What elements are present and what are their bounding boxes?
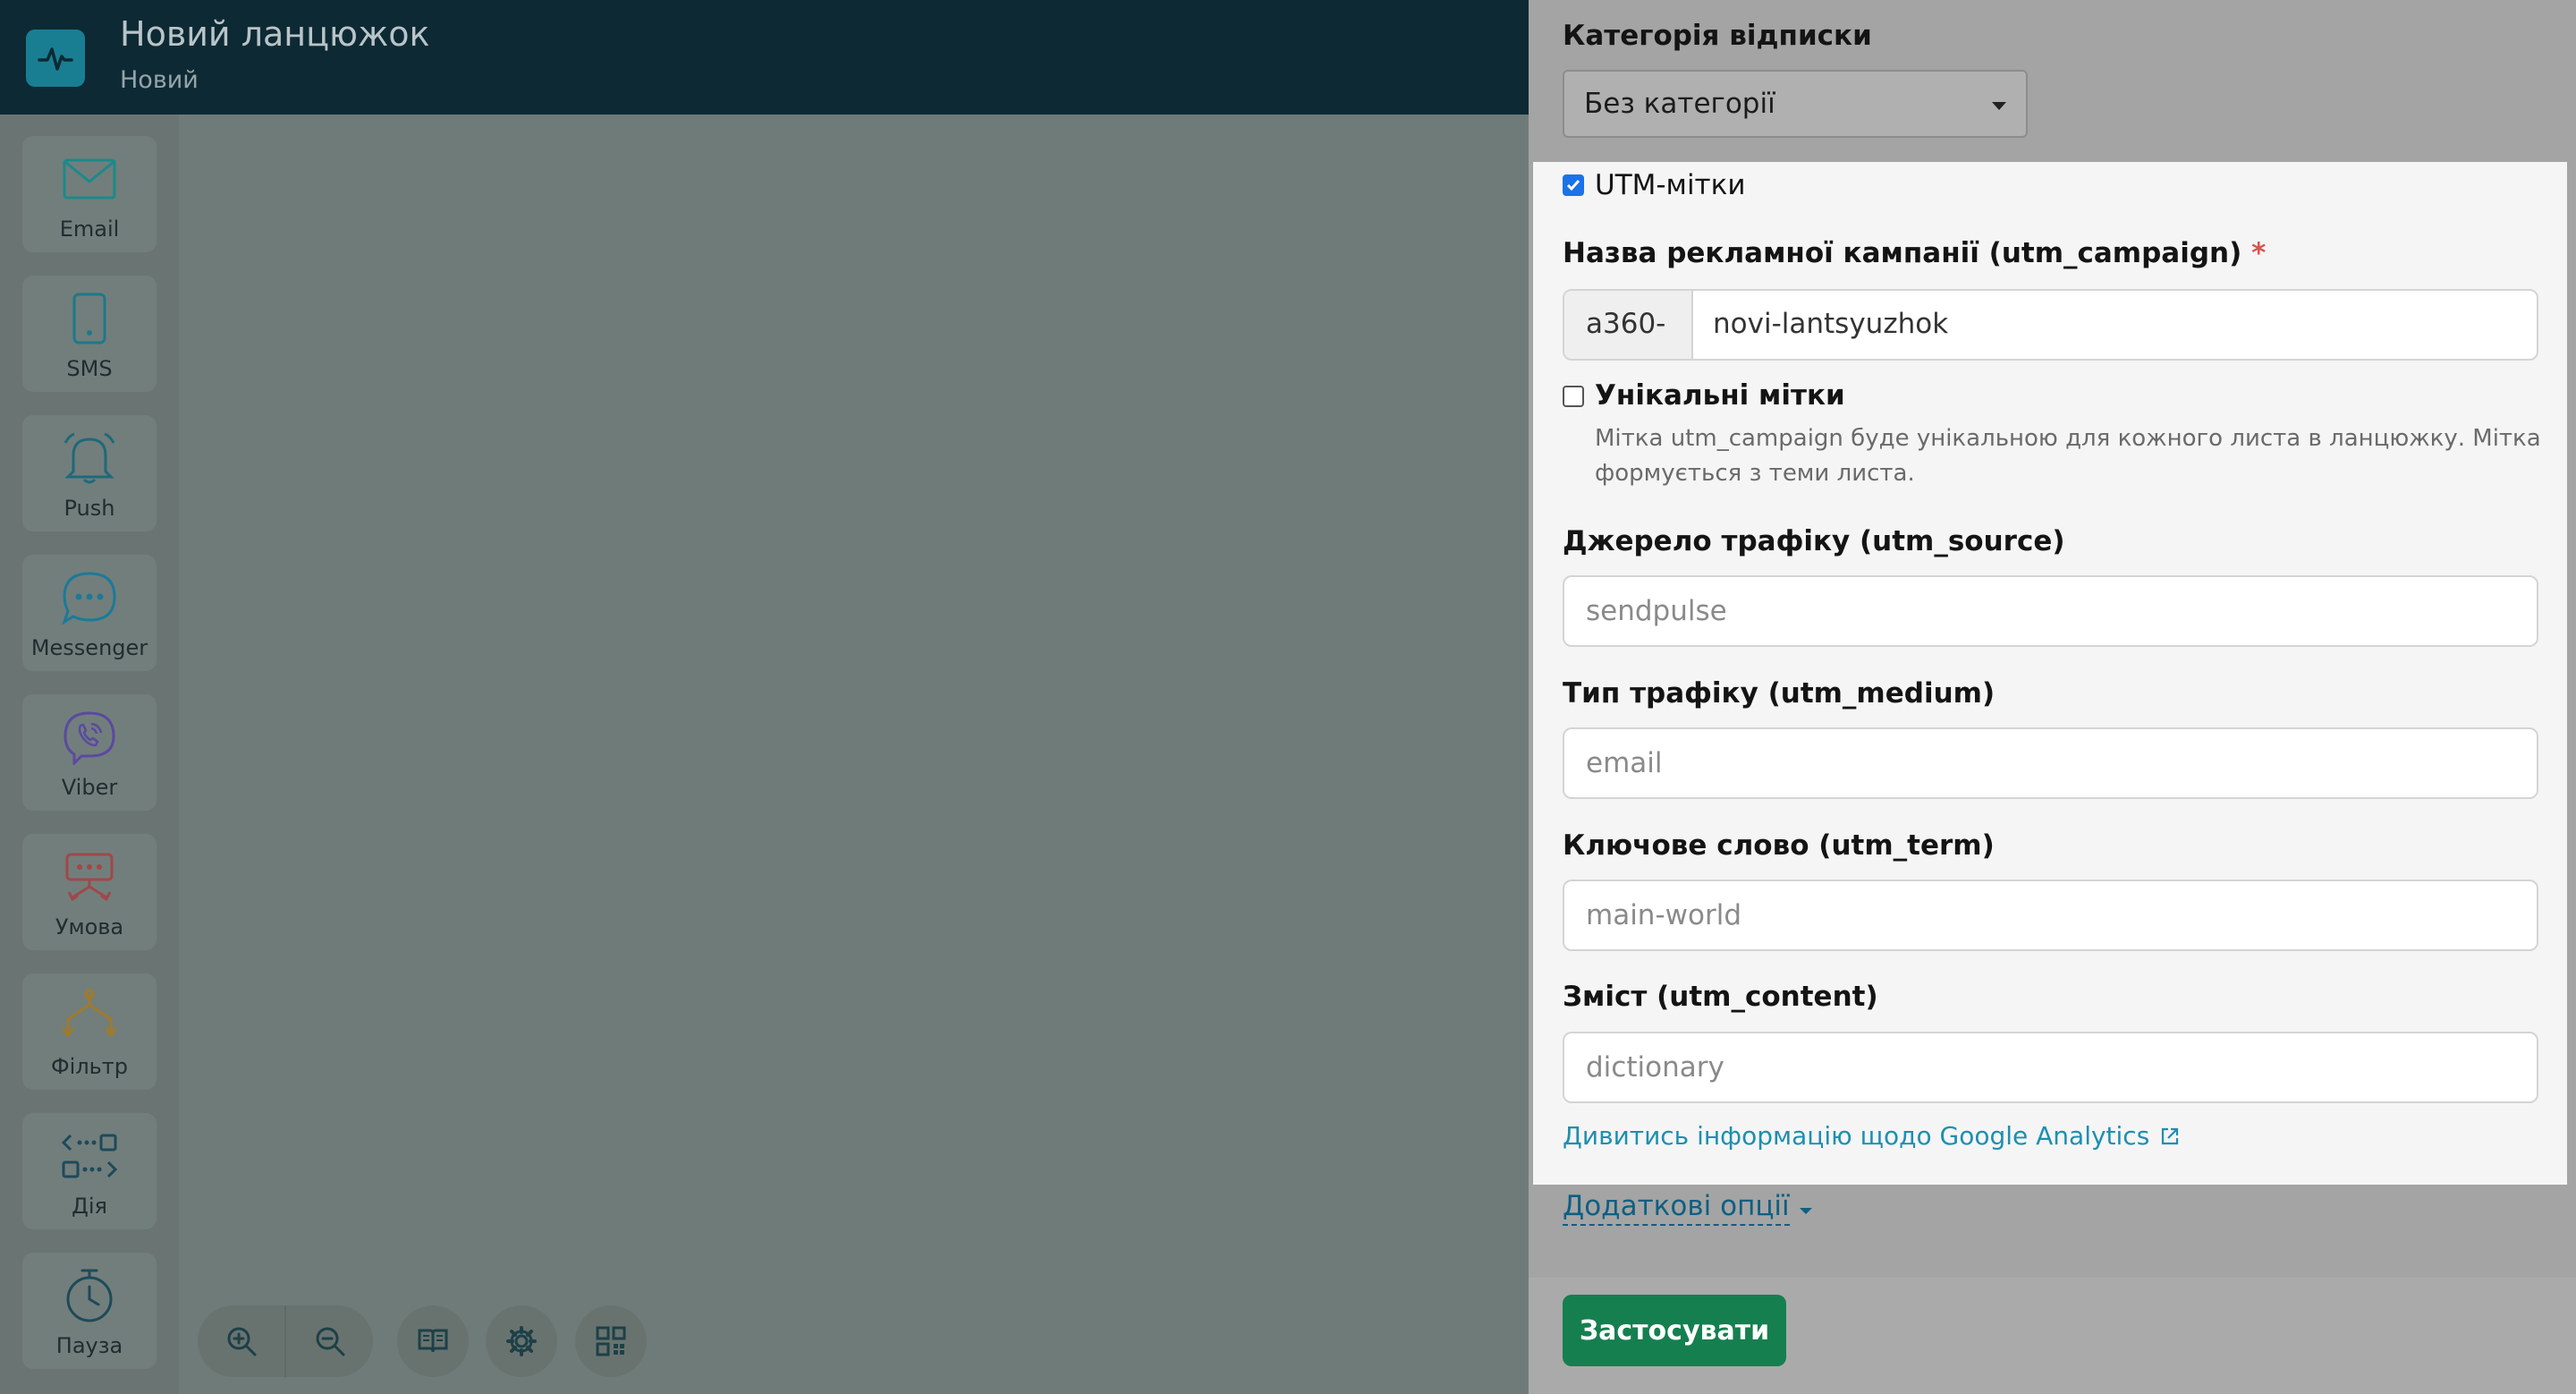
- tool-push[interactable]: Push: [22, 415, 157, 531]
- condition-icon: [22, 848, 157, 905]
- zoom-controls: [198, 1305, 373, 1377]
- gear-icon: [506, 1326, 537, 1356]
- guide-button[interactable]: [397, 1305, 469, 1377]
- tool-label: Дія: [72, 1194, 107, 1219]
- select-value: Без категорії: [1584, 88, 1775, 120]
- tool-label: SMS: [66, 356, 113, 381]
- tool-condition[interactable]: Умова: [22, 834, 157, 950]
- qr-button[interactable]: [575, 1305, 647, 1377]
- tool-label: Push: [64, 496, 115, 521]
- pulse-logo-icon[interactable]: [26, 30, 85, 87]
- tool-sms[interactable]: SMS: [22, 276, 157, 392]
- chevron-down-icon: [1992, 102, 2006, 110]
- more-options-toggle[interactable]: Додаткові опції: [1563, 1190, 1812, 1226]
- more-options-label: Додаткові опції: [1563, 1190, 1790, 1226]
- required-marker: *: [2251, 237, 2267, 269]
- utm-checkbox[interactable]: [1563, 174, 1584, 196]
- external-link-icon: [2162, 1127, 2179, 1145]
- chat-bubble-icon: [22, 569, 157, 626]
- viber-icon: [22, 709, 157, 766]
- content-input[interactable]: dictionary: [1563, 1032, 2538, 1103]
- unique-help-line1: Мітка utm_campaign буде унікальною для к…: [1595, 425, 2541, 452]
- tool-action[interactable]: Дія: [22, 1113, 157, 1229]
- tool-filter[interactable]: Фільтр: [22, 973, 157, 1090]
- unique-label[interactable]: Унікальні мітки: [1595, 379, 1845, 412]
- zoom-in-button[interactable]: [198, 1305, 284, 1377]
- tool-label: Messenger: [30, 635, 148, 660]
- book-icon: [418, 1329, 448, 1353]
- content-label: Зміст (utm_content): [1563, 981, 1878, 1013]
- medium-label: Тип трафіку (utm_medium): [1563, 677, 1996, 710]
- campaign-label-text: Назва рекламної кампанії (utm_campaign): [1563, 237, 2242, 269]
- element-toolbar: Email SMS Push Messenger Viber Умова Філ…: [0, 115, 179, 1394]
- utm-checkbox-label[interactable]: UTM-мітки: [1595, 169, 1746, 201]
- campaign-label: Назва рекламної кампанії (utm_campaign) …: [1563, 237, 2266, 269]
- bell-icon: [22, 429, 157, 487]
- action-icon: [22, 1127, 157, 1185]
- unique-checkbox[interactable]: [1563, 386, 1584, 407]
- checkmark-icon: [1566, 180, 1580, 191]
- campaign-prefix: a360-: [1564, 291, 1693, 359]
- apply-button[interactable]: Застосувати: [1563, 1295, 1786, 1366]
- filter-branch-icon: [22, 988, 157, 1045]
- unique-help-line2: формується з теми листа.: [1595, 460, 1915, 487]
- tool-email[interactable]: Email: [22, 136, 157, 252]
- stopwatch-icon: [22, 1267, 157, 1324]
- source-label: Джерело трафіку (utm_source): [1563, 525, 2065, 557]
- tool-label: Пауза: [55, 1333, 123, 1358]
- tool-viber[interactable]: Viber: [22, 694, 157, 811]
- tool-pause[interactable]: Пауза: [22, 1253, 157, 1369]
- tool-label: Viber: [61, 775, 118, 800]
- campaign-input[interactable]: a360- novi-lantsyuzhok: [1563, 289, 2538, 361]
- content-placeholder: dictionary: [1586, 1051, 1724, 1084]
- app-header: Новий ланцюжок Новий: [0, 0, 1529, 115]
- term-label: Ключове слово (utm_term): [1563, 829, 1995, 862]
- tool-label: Email: [59, 217, 120, 242]
- google-analytics-link[interactable]: Дивитись інформацію щодо Google Analytic…: [1563, 1121, 2181, 1151]
- zoom-out-button[interactable]: [286, 1305, 373, 1377]
- chain-title[interactable]: Новий ланцюжок: [120, 14, 429, 54]
- unsubscribe-category-select[interactable]: Без категорії: [1563, 70, 2028, 138]
- medium-placeholder: email: [1586, 747, 1663, 779]
- phone-icon: [22, 290, 157, 347]
- tool-label: Фільтр: [50, 1054, 129, 1079]
- settings-button[interactable]: [486, 1305, 557, 1377]
- caret-down-icon: [1799, 1208, 1812, 1214]
- zoom-in-icon: [227, 1327, 256, 1356]
- term-input[interactable]: main-world: [1563, 880, 2538, 951]
- source-input[interactable]: sendpulse: [1563, 575, 2538, 647]
- unsubscribe-category-label: Категорія відписки: [1563, 20, 1872, 52]
- source-placeholder: sendpulse: [1586, 595, 1727, 627]
- zoom-out-icon: [316, 1327, 344, 1356]
- tool-label: Умова: [55, 914, 124, 939]
- chain-status: Новий: [120, 66, 199, 94]
- settings-panel: Категорія відписки Без категорії UTM-міт…: [1529, 0, 2576, 1394]
- tool-messenger[interactable]: Messenger: [22, 555, 157, 671]
- medium-input[interactable]: email: [1563, 727, 2538, 799]
- campaign-value: novi-lantsyuzhok: [1713, 308, 1949, 340]
- ga-link-text: Дивитись інформацію щодо Google Analytic…: [1563, 1121, 2150, 1151]
- envelope-icon: [22, 150, 157, 208]
- term-placeholder: main-world: [1586, 899, 1741, 931]
- qr-code-icon: [596, 1326, 626, 1356]
- utm-card: UTM-мітки Назва рекламної кампанії (utm_…: [1533, 162, 2567, 1185]
